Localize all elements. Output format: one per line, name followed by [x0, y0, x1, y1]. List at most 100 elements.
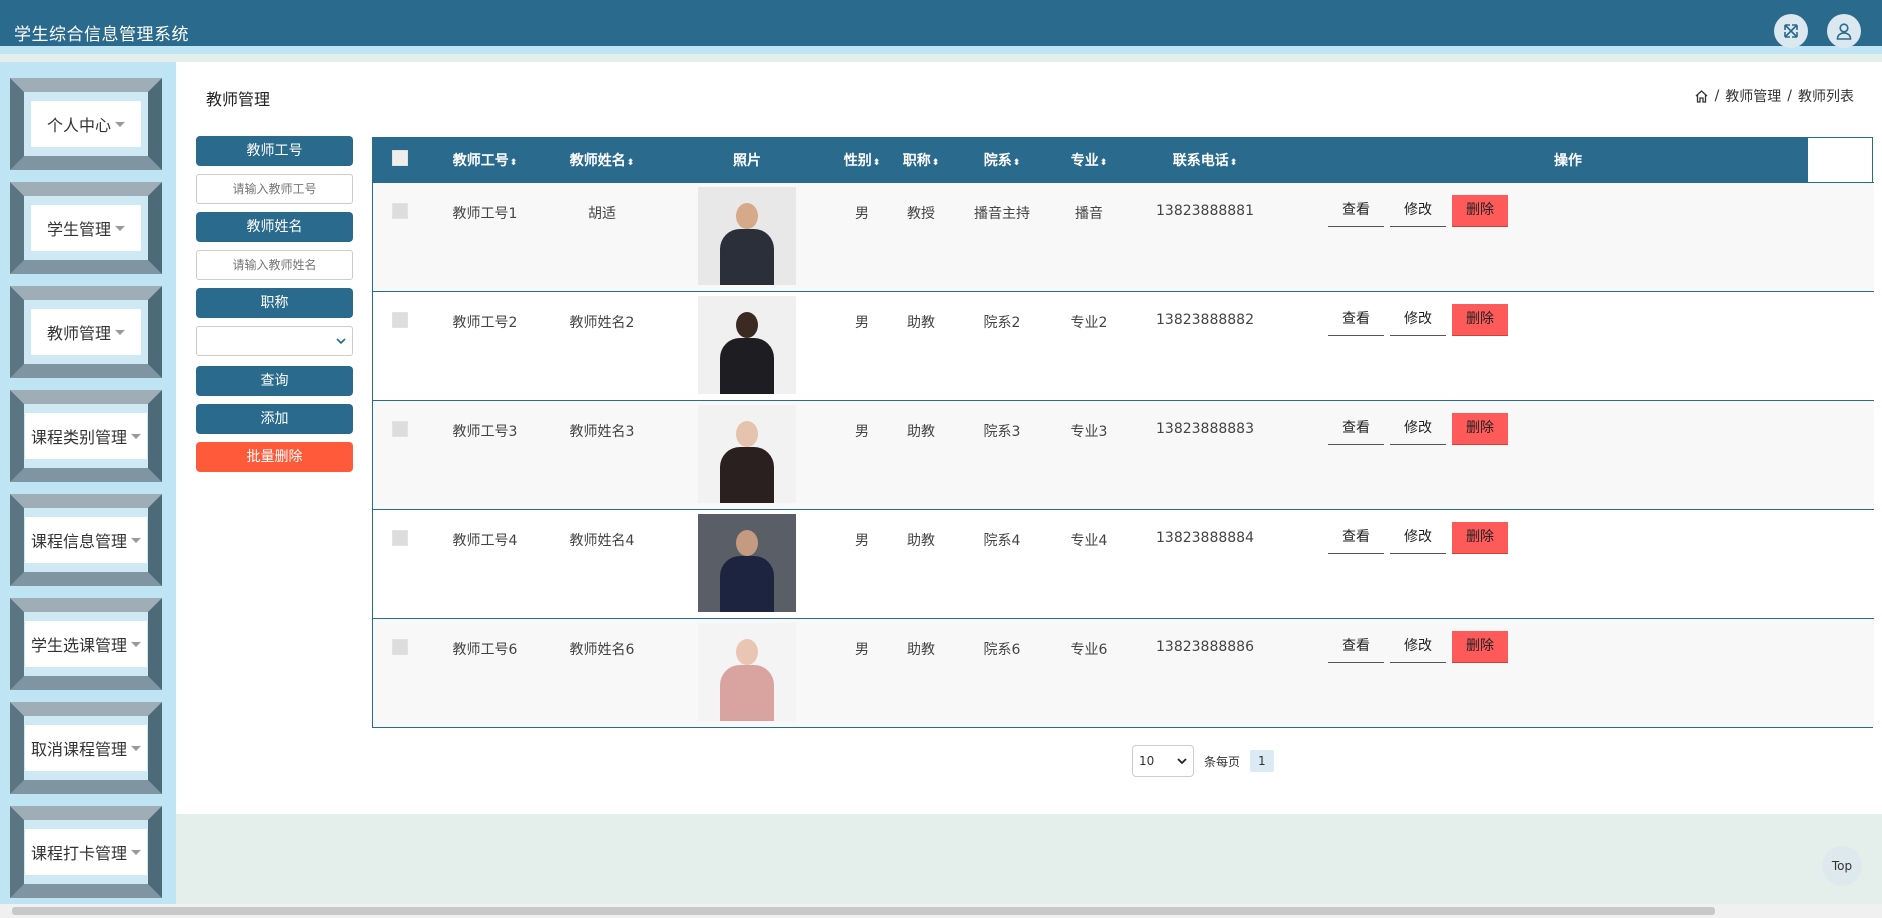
- cell-dept: 播音主持: [974, 205, 1030, 222]
- sort-icon[interactable]: ⬍: [1100, 158, 1108, 168]
- sort-icon[interactable]: ⬍: [627, 158, 635, 168]
- edit-button[interactable]: 修改: [1390, 304, 1446, 336]
- column-header[interactable]: 职称⬍: [891, 138, 951, 182]
- view-button[interactable]: 查看: [1328, 631, 1384, 663]
- back-to-top-button[interactable]: Top: [1822, 846, 1862, 886]
- sidebar-item-course-selection[interactable]: 学生选课管理: [10, 598, 162, 690]
- edit-button[interactable]: 修改: [1390, 522, 1446, 554]
- sort-icon[interactable]: ⬍: [510, 158, 518, 168]
- view-button[interactable]: 查看: [1328, 195, 1384, 227]
- horizontal-scrollbar[interactable]: [0, 904, 1882, 918]
- cell-teacher-name: 教师姓名3: [569, 423, 635, 440]
- sidebar-item-personal-center[interactable]: 个人中心: [10, 78, 162, 170]
- caret-down-icon: [131, 537, 141, 543]
- query-button[interactable]: 查询: [196, 366, 353, 396]
- cell-teacher-id: 教师工号3: [452, 423, 518, 440]
- table-header-row: 教师工号⬍ 教师姓名⬍ 照片 性别⬍ 职称⬍ 院系⬍ 专业⬍ 联系电话⬍ 操作: [373, 138, 1874, 182]
- sort-icon[interactable]: ⬍: [1013, 158, 1021, 168]
- table-row: 教师工号1 胡适 男 教授 播音主持 播音 13823888881 查看 修改 删除: [373, 182, 1874, 291]
- view-button[interactable]: 查看: [1328, 304, 1384, 336]
- column-header[interactable]: 性别⬍: [833, 138, 891, 182]
- sidebar-item-label: 学生管理: [46, 220, 111, 239]
- page-number-current[interactable]: 1: [1250, 750, 1274, 772]
- sidebar-item-course-category[interactable]: 课程类别管理: [10, 390, 162, 482]
- home-icon[interactable]: [1694, 89, 1709, 104]
- delete-button[interactable]: 删除: [1452, 303, 1508, 336]
- view-button[interactable]: 查看: [1328, 413, 1384, 445]
- per-page-label: 条每页: [1204, 754, 1241, 769]
- delete-button[interactable]: 删除: [1452, 412, 1508, 445]
- cell-phone: 13823888882: [1156, 311, 1254, 328]
- column-header: 照片: [733, 152, 761, 169]
- cell-title: 助教: [907, 423, 935, 440]
- delete-button[interactable]: 删除: [1452, 521, 1508, 554]
- chevron-down-icon: [336, 338, 346, 345]
- edit-button[interactable]: 修改: [1390, 413, 1446, 445]
- select-all-checkbox[interactable]: [392, 149, 408, 166]
- teacher-id-label: 教师工号: [196, 136, 353, 166]
- row-checkbox[interactable]: [392, 638, 408, 655]
- breadcrumb-teacher-management[interactable]: 教师管理: [1725, 86, 1781, 106]
- view-button[interactable]: 查看: [1328, 522, 1384, 554]
- cell-gender: 男: [855, 205, 869, 222]
- row-checkbox[interactable]: [392, 529, 408, 546]
- caret-down-icon: [131, 433, 141, 439]
- fullscreen-button[interactable]: [1774, 14, 1808, 48]
- sidebar-item-cancel-course[interactable]: 取消课程管理: [10, 702, 162, 794]
- cell-gender: 男: [855, 314, 869, 331]
- column-header[interactable]: 教师姓名⬍: [543, 138, 661, 182]
- sort-icon[interactable]: ⬍: [932, 158, 940, 168]
- sidebar-item-label: 教师管理: [46, 324, 111, 343]
- sidebar-item-course-info[interactable]: 课程信息管理: [10, 494, 162, 586]
- page-size-select[interactable]: 10: [1132, 745, 1194, 777]
- search-panel: 教师工号 教师姓名 职称 查询 添加 批量删除: [196, 136, 353, 480]
- delete-button[interactable]: 删除: [1452, 630, 1508, 663]
- batch-delete-button[interactable]: 批量删除: [196, 442, 353, 472]
- column-header[interactable]: 专业⬍: [1053, 138, 1125, 182]
- cell-major: 专业4: [1070, 532, 1108, 549]
- cell-phone: 13823888886: [1156, 638, 1254, 655]
- row-checkbox[interactable]: [392, 311, 408, 328]
- cell-dept: 院系2: [983, 314, 1021, 331]
- table-row: 教师工号2 教师姓名2 男 助教 院系2 专业2 13823888882 查看修…: [373, 291, 1874, 400]
- caret-down-icon: [131, 745, 141, 751]
- sidebar-item-teacher-management[interactable]: 教师管理: [10, 286, 162, 378]
- table-row: 教师工号6 教师姓名6 男 助教 院系6 专业6 13823888886 查看修…: [373, 618, 1874, 727]
- app-title: 学生综合信息管理系统: [14, 25, 189, 45]
- user-menu-button[interactable]: [1827, 14, 1861, 48]
- sidebar-item-label: 取消课程管理: [30, 740, 127, 759]
- column-header[interactable]: 教师工号⬍: [427, 138, 543, 182]
- cell-teacher-id: 教师工号4: [452, 532, 518, 549]
- row-checkbox[interactable]: [392, 202, 408, 219]
- sidebar-item-course-checkin[interactable]: 课程打卡管理: [10, 806, 162, 898]
- column-header[interactable]: 院系⬍: [951, 138, 1053, 182]
- title-label: 职称: [196, 288, 353, 318]
- title-select[interactable]: [196, 326, 353, 356]
- main-panel: 教师管理 / 教师管理 / 教师列表 教师工号 教师姓名 职称 查询 添加 批量…: [176, 62, 1882, 814]
- column-header[interactable]: 联系电话⬍: [1125, 138, 1285, 182]
- cell-dept: 院系3: [983, 423, 1021, 440]
- sidebar-item-student-management[interactable]: 学生管理: [10, 182, 162, 274]
- cell-dept: 院系4: [983, 532, 1021, 549]
- cell-major: 专业3: [1070, 423, 1108, 440]
- cell-teacher-id: 教师工号1: [452, 205, 518, 222]
- breadcrumb-teacher-list: 教师列表: [1798, 89, 1854, 105]
- sort-icon[interactable]: ⬍: [1230, 158, 1238, 168]
- scrollbar-thumb[interactable]: [12, 907, 1715, 915]
- add-button[interactable]: 添加: [196, 404, 353, 434]
- user-icon: [1836, 23, 1852, 40]
- caret-down-icon: [131, 849, 141, 855]
- teacher-photo: [698, 295, 796, 394]
- sort-icon[interactable]: ⬍: [873, 158, 881, 168]
- delete-button[interactable]: 删除: [1452, 194, 1508, 227]
- cell-teacher-name: 教师姓名2: [569, 314, 635, 331]
- edit-button[interactable]: 修改: [1390, 195, 1446, 227]
- caret-down-icon: [115, 121, 125, 127]
- edit-button[interactable]: 修改: [1390, 631, 1446, 663]
- cell-dept: 院系6: [983, 641, 1021, 658]
- cell-phone: 13823888881: [1156, 202, 1254, 219]
- row-checkbox[interactable]: [392, 420, 408, 437]
- teacher-id-input[interactable]: [196, 174, 353, 204]
- teacher-name-input[interactable]: [196, 250, 353, 280]
- caret-down-icon: [131, 641, 141, 647]
